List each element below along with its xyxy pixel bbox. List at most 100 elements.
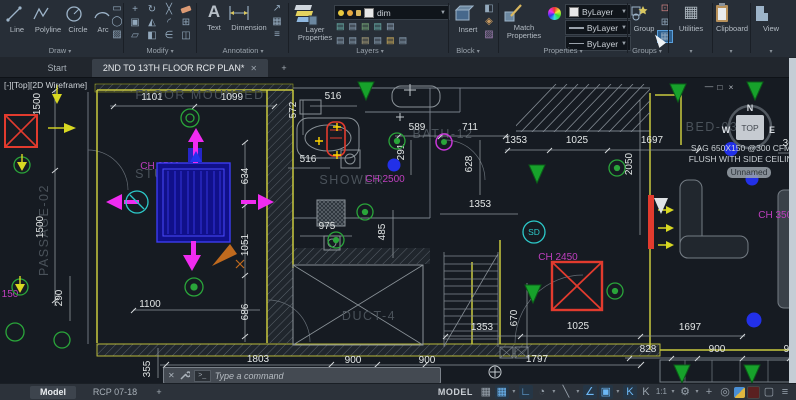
line-tool[interactable]: Line [4, 3, 30, 34]
workspace-gear-icon[interactable]: ⚙ [678, 385, 692, 399]
lineweight-dropdown[interactable]: ByLayer ▼ [565, 20, 631, 35]
layer-dropdown[interactable]: dim ▼ [334, 5, 450, 20]
isodraft-caret[interactable]: ▾ [575, 385, 581, 399]
osnap-caret[interactable]: ▾ [615, 385, 621, 399]
osnap-icon[interactable]: ▣ [599, 385, 613, 399]
edit-attribute-icon[interactable]: ◈ [482, 16, 496, 27]
isodraft-icon[interactable]: ╲ [559, 385, 573, 399]
offset-icon[interactable]: ∈ [162, 30, 176, 41]
tab-start[interactable]: Start [28, 59, 86, 77]
table-icon[interactable]: ▦ [270, 16, 284, 27]
match-properties-button[interactable]: MatchProperties [503, 2, 545, 40]
leader-icon[interactable]: ↗ [270, 3, 284, 14]
close-tab-icon[interactable]: ✕ [250, 64, 257, 73]
block-editor-icon[interactable]: ▨ [482, 29, 496, 40]
hardware-accel-icon[interactable] [747, 386, 760, 399]
array-icon[interactable]: ⊞ [179, 17, 193, 28]
stretch-icon[interactable]: ▱ [128, 30, 142, 41]
fillet-icon[interactable]: ◜ [162, 17, 176, 28]
annotation-panel-label[interactable]: Annotation ▾ [208, 46, 278, 55]
color-swatch [569, 7, 579, 17]
ortho-icon[interactable]: ∟ [519, 385, 533, 399]
dimension-tool[interactable]: Dimension [227, 2, 271, 32]
graphics-performance-icon[interactable] [734, 387, 745, 398]
grid-icon[interactable]: ▦ [479, 385, 493, 399]
close-command-icon[interactable]: ✕ [168, 371, 175, 380]
erase-icon[interactable] [179, 4, 193, 15]
properties-panel-label[interactable]: Properties ▾ [533, 46, 593, 55]
otrack-icon[interactable]: ∠ [583, 385, 597, 399]
model-space-tab[interactable]: Model [30, 386, 76, 399]
modify-panel-label[interactable]: Modify ▾ [130, 46, 190, 55]
polar-caret[interactable]: ▾ [551, 385, 557, 399]
explode-icon[interactable]: ◫ [179, 30, 193, 41]
snap-icon[interactable]: ▦ [495, 385, 509, 399]
g-dims-text: 2050 [624, 152, 635, 175]
g-dims-text: 1100 [139, 299, 161, 310]
circle-tool[interactable]: Circle [64, 3, 92, 34]
layers-panel-label[interactable]: Layers ▾ [340, 46, 400, 55]
create-block-icon[interactable]: ◧ [482, 3, 496, 14]
command-prompt-icon[interactable]: >_ [194, 370, 211, 382]
layer-properties-button[interactable]: LayerProperties [293, 2, 337, 42]
tab-drawing[interactable]: 2ND TO 13TH FLOOR RCP PLAN*✕ [92, 59, 268, 77]
workspace-caret[interactable]: ▾ [694, 385, 700, 399]
object-color-dropdown[interactable]: ByLayer ▼ [565, 4, 631, 19]
wrench-icon[interactable] [179, 370, 190, 381]
new-layout-button[interactable]: + [152, 386, 166, 399]
circle-label: Circle [64, 25, 92, 34]
annotation-scale-caret[interactable]: ▾ [670, 385, 676, 399]
utilities-caret[interactable]: ▾ [686, 46, 696, 55]
annotation-autoscale-icon[interactable]: K [639, 385, 653, 399]
clipboard-caret[interactable]: ▾ [726, 46, 736, 55]
group-button[interactable]: Group [629, 2, 659, 33]
scale-icon[interactable]: ◧ [145, 30, 159, 41]
snap-caret[interactable]: ▾ [511, 385, 517, 399]
g-dims-text: 1025 [567, 321, 590, 332]
utilities-panel-button[interactable]: ▦ Utilities [670, 2, 712, 33]
text-style-icon[interactable]: ≡ [270, 29, 284, 40]
command-line[interactable]: ✕ >_ Type a command [163, 367, 441, 384]
mirror-icon[interactable]: ◭ [145, 17, 159, 28]
add-icon[interactable]: + [702, 385, 716, 399]
command-input[interactable]: Type a command [215, 371, 284, 381]
layout-tab[interactable]: RCP 07-18 [84, 386, 146, 399]
ellipse-icon[interactable]: ◯ [110, 16, 124, 27]
clean-screen-icon[interactable]: ▢ [762, 385, 776, 399]
color-wheel-icon[interactable] [548, 7, 561, 20]
drawing-canvas[interactable]: FLOOR MOUNTEDSTUDY/DENSHOWERBATH-12DUCT-… [0, 78, 796, 385]
g-dims-text: 355 [142, 360, 153, 377]
view-panel-button[interactable]: View [753, 2, 789, 33]
annotation-scale-icon[interactable]: 1:1 [655, 385, 668, 399]
layer-tools-row1[interactable]: ▤▤▤▤▤ [336, 21, 399, 32]
g-dims-text: 1697 [641, 135, 664, 146]
groups-panel-label[interactable]: Groups ▾ [622, 46, 672, 55]
polyline-tool[interactable]: Polyline [31, 3, 65, 34]
clipboard-panel-button[interactable]: Clipboard [714, 2, 750, 33]
view-caret[interactable]: ▾ [766, 46, 776, 55]
group-icon [629, 2, 649, 24]
draw-panel-label[interactable]: Draw ▾ [30, 46, 90, 55]
g-dims-text: 1353 [505, 135, 528, 146]
text-icon: A [199, 2, 229, 23]
layer-lock-icon [356, 10, 361, 16]
g-dims-text: 634 [240, 167, 251, 184]
rotate-icon[interactable]: ↻ [145, 4, 159, 15]
move-icon[interactable]: + [128, 4, 142, 15]
new-tab-button[interactable]: + [276, 59, 292, 77]
isolate-icon[interactable]: ◎ [718, 385, 732, 399]
copy-icon[interactable]: ▣ [128, 17, 142, 28]
text-tool[interactable]: A Text [199, 2, 229, 32]
annotation-visibility-icon[interactable]: K [623, 385, 637, 399]
rectangle-icon[interactable]: ▭ [110, 3, 124, 14]
layer-tools-row2[interactable]: ▤▤▤▤▤▤ [336, 35, 411, 46]
polar-icon[interactable]: ◔ [535, 385, 549, 399]
hatch-icon[interactable]: ▨ [110, 29, 124, 40]
insert-button[interactable]: Insert [452, 2, 484, 34]
model-paper-toggle[interactable]: MODEL [438, 387, 473, 397]
g-dims-text: 516 [300, 154, 317, 165]
block-panel-label[interactable]: Block ▾ [443, 46, 493, 55]
customize-menu-icon[interactable]: ≡ [778, 385, 792, 399]
g-notes-text: Unnamed [731, 167, 768, 177]
trim-icon[interactable]: ╳ [162, 4, 176, 15]
